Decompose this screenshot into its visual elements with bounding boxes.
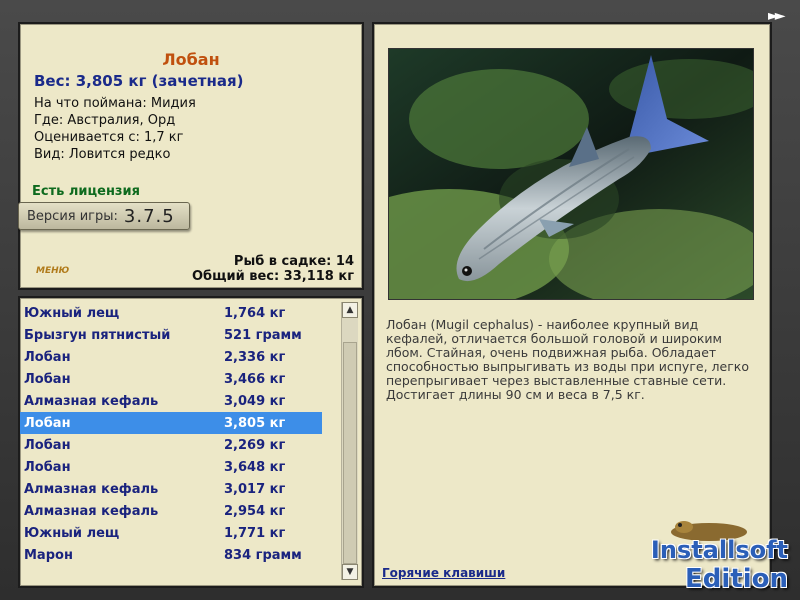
license-status: Есть лицензия <box>32 184 140 199</box>
fish-description-panel: Лобан (Mugil cephalus) - наиболее крупны… <box>372 22 772 588</box>
catch-list-item[interactable]: Алмазная кефаль 2,954 кг <box>20 500 322 522</box>
catch-fish-name: Брызгун пятнистый <box>24 327 171 343</box>
catch-fish-name: Лобан <box>24 459 71 475</box>
catch-fish-name: Алмазная кефаль <box>24 393 159 409</box>
catch-list-item[interactable]: Южный лещ 1,771 кг <box>20 522 322 544</box>
catch-list-item[interactable]: Лобан 2,336 кг <box>20 346 322 368</box>
installsoft-watermark: Installsoft Edition <box>634 520 794 596</box>
catch-list-item[interactable]: Лобан 3,648 кг <box>20 456 322 478</box>
scroll-thumb[interactable] <box>343 342 357 564</box>
detail-min-weight: Оценивается с: 1,7 кг <box>34 130 184 145</box>
total-weight: Общий вес: 33,118 кг <box>191 269 354 284</box>
catch-list-item[interactable]: Брызгун пятнистый 521 грамм <box>20 324 322 346</box>
catch-list-item[interactable]: Южный лещ 1,764 кг <box>20 302 322 324</box>
catch-list-panel: Южный лещ 1,764 кг Брызгун пятнистый 521 гр… <box>18 296 364 588</box>
catch-fish-weight: 3,805 кг <box>224 415 286 431</box>
catch-fish-weight: 3,017 кг <box>224 481 286 497</box>
catch-fish-name: Лобан <box>24 437 71 453</box>
catch-fish-weight: 1,764 кг <box>224 305 286 321</box>
scrollbar[interactable]: ▲ ▼ <box>341 302 358 580</box>
fish-illustration <box>389 49 753 299</box>
detail-rarity: Вид: Ловится редко <box>34 147 171 162</box>
watermark-line1: Installsoft <box>650 536 788 564</box>
catch-list-item[interactable]: Лобан 3,466 кг <box>20 368 322 390</box>
catch-list-item[interactable]: Алмазная кефаль 3,049 кг <box>20 390 322 412</box>
fish-in-tank: Рыб в садке: 14 <box>233 254 354 269</box>
fish-weight: Вес: 3,805 кг (зачетная) <box>34 72 244 90</box>
catch-fish-name: Лобан <box>24 371 71 387</box>
catch-list-item[interactable]: Лобан 3,805 кг <box>20 412 322 434</box>
catch-fish-name: Южный лещ <box>24 525 120 541</box>
fish-photo <box>388 48 754 300</box>
catch-list-item[interactable]: Алмазная кефаль 3,017 кг <box>20 478 322 500</box>
catch-fish-name: Южный лещ <box>24 305 120 321</box>
fish-description: Лобан (Mugil cephalus) - наиболее крупны… <box>386 317 749 402</box>
catch-fish-weight: 3,049 кг <box>224 393 286 409</box>
catch-fish-weight: 2,954 кг <box>224 503 286 519</box>
catch-fish-name: Лобан <box>24 349 71 365</box>
detail-location: Где: Австралия, Орд <box>34 113 176 128</box>
catch-list-item[interactable]: Марон 834 грамм <box>20 544 322 566</box>
scroll-down-button[interactable]: ▼ <box>342 564 358 580</box>
catch-fish-weight: 3,648 кг <box>224 459 286 475</box>
catch-list-item[interactable]: Лобан 2,269 кг <box>20 434 322 456</box>
catch-fish-weight: 2,336 кг <box>224 349 286 365</box>
version-number: 3.7.5 <box>123 205 175 227</box>
scroll-up-button[interactable]: ▲ <box>342 302 358 318</box>
catch-list: Южный лещ 1,764 кг Брызгун пятнистый 521 гр… <box>20 302 322 566</box>
fish-name: Лобан <box>162 50 220 69</box>
version-label: Версия игры: <box>27 208 118 224</box>
chevron-up-icon: ▲ <box>346 305 354 315</box>
catch-fish-weight: 834 грамм <box>224 547 302 563</box>
catch-fish-weight: 521 грамм <box>224 327 302 343</box>
catch-fish-name: Алмазная кефаль <box>24 481 159 497</box>
catch-fish-name: Марон <box>24 547 73 563</box>
catch-fish-weight: 3,466 кг <box>224 371 286 387</box>
chevron-down-icon: ▼ <box>346 567 354 577</box>
hotkeys-link[interactable]: Горячие клавиши <box>382 566 505 580</box>
catch-fish-weight: 2,269 кг <box>224 437 286 453</box>
version-badge: Версия игры: 3.7.5 <box>18 202 190 230</box>
catch-fish-weight: 1,771 кг <box>224 525 286 541</box>
fish-info-panel: Лобан Вес: 3,805 кг (зачетная) На что по… <box>18 22 364 290</box>
catch-fish-name: Алмазная кефаль <box>24 503 159 519</box>
watermark-line2: Edition <box>685 564 788 594</box>
catch-fish-name: Лобан <box>24 415 71 431</box>
menu-logo[interactable]: МЕНЮ <box>36 266 69 276</box>
detail-bait: На что поймана: Мидия <box>34 96 196 111</box>
